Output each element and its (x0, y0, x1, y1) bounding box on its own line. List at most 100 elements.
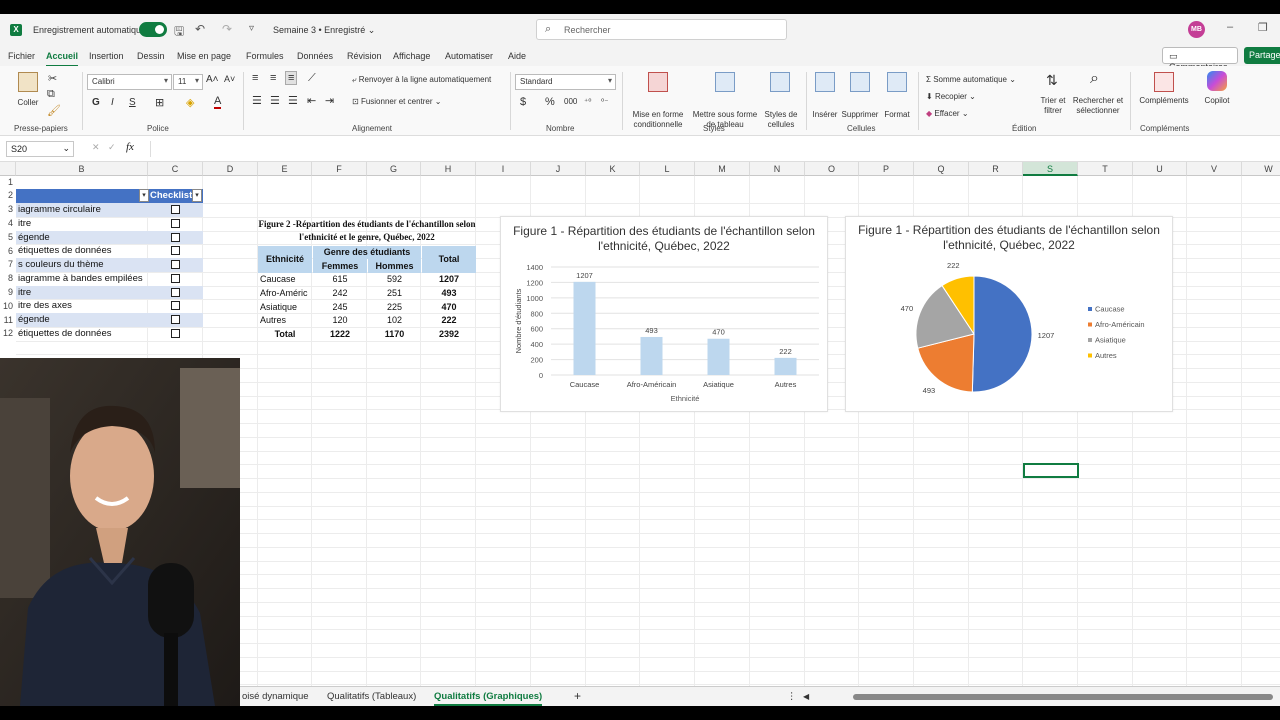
decrease-font-icon[interactable]: A˅ (224, 74, 235, 84)
bar[interactable] (573, 281, 596, 375)
font-color-icon[interactable]: A (214, 96, 222, 109)
increase-indent-icon[interactable]: ⇥ (325, 94, 334, 107)
bar[interactable] (640, 336, 663, 375)
bar-chart[interactable]: Figure 1 - Répartition des étudiants de … (500, 216, 828, 412)
cell-styles-button[interactable]: Styles de cellules (760, 110, 802, 130)
column-header-p[interactable]: P (859, 162, 914, 176)
addins-button[interactable]: Compléments (1134, 96, 1194, 106)
align-left-icon[interactable]: ☰ (252, 94, 262, 107)
cancel-icon[interactable]: ✕ (92, 142, 100, 153)
menu-donnees[interactable]: Données (297, 51, 333, 61)
column-header-e[interactable]: E (258, 162, 312, 176)
menu-automatiser[interactable]: Automatiser (445, 51, 493, 61)
checkbox[interactable] (171, 273, 180, 283)
checkbox[interactable] (171, 301, 180, 311)
undo-icon[interactable]: ↶ (195, 22, 205, 36)
checkbox[interactable] (171, 287, 180, 297)
column-header-w[interactable]: W (1242, 162, 1280, 176)
delete-cells-button[interactable]: Supprimer (840, 110, 880, 120)
enter-icon[interactable]: ✓ (108, 142, 116, 153)
row-header-5[interactable]: 5 (0, 232, 16, 242)
row-header-9[interactable]: 9 (0, 287, 16, 297)
cut-icon[interactable]: ✂ (48, 72, 57, 85)
column-header-k[interactable]: K (586, 162, 640, 176)
menu-dessin[interactable]: Dessin (137, 51, 165, 61)
checkbox[interactable] (171, 232, 180, 242)
insert-cells-icon[interactable] (815, 72, 835, 92)
redo-icon[interactable]: ↷ (222, 22, 232, 36)
column-header-v[interactable]: V (1187, 162, 1242, 176)
menu-insertion[interactable]: Insertion (89, 51, 124, 61)
align-center-icon[interactable]: ☰ (270, 94, 280, 107)
underline-icon[interactable]: S (129, 97, 136, 108)
selected-cell[interactable] (1023, 463, 1079, 478)
column-header-h[interactable]: H (421, 162, 476, 176)
format-painter-icon[interactable]: 🖌 (47, 104, 61, 117)
column-header-s[interactable]: S (1023, 162, 1078, 176)
filter-dropdown-icon[interactable]: ▾ (139, 189, 149, 202)
increase-decimal-icon[interactable]: ⁺⁰ (584, 97, 591, 106)
select-all-corner[interactable] (0, 162, 16, 176)
scroll-left-icon[interactable]: ◀ (803, 692, 809, 701)
delete-cells-icon[interactable] (850, 72, 870, 92)
format-table-button[interactable]: Mettre sous forme de tableau (691, 110, 759, 130)
column-header-g[interactable]: G (367, 162, 421, 176)
column-header-t[interactable]: T (1078, 162, 1133, 176)
column-header-i[interactable]: I (476, 162, 531, 176)
conditional-format-icon[interactable] (648, 72, 668, 92)
checkbox[interactable] (171, 315, 180, 324)
formula-input[interactable] (150, 141, 1275, 157)
menu-mise-en-page[interactable]: Mise en page (177, 51, 231, 61)
copy-icon[interactable]: ⧉ (47, 88, 55, 101)
clear-button[interactable]: ◆ Effacer ⌄ (926, 109, 969, 119)
column-header-j[interactable]: J (531, 162, 586, 176)
checkbox[interactable] (171, 218, 180, 228)
comments-button[interactable]: ▭ Commentaires (1162, 47, 1238, 72)
bar[interactable] (707, 338, 730, 375)
copilot-icon[interactable] (1207, 71, 1227, 91)
column-header-o[interactable]: O (805, 162, 859, 176)
restore-icon[interactable]: ❐ (1258, 21, 1268, 34)
decrease-indent-icon[interactable]: ⇤ (307, 94, 316, 107)
cell-styles-icon[interactable] (770, 72, 790, 92)
merge-center-button[interactable]: ⊡ Fusionner et centrer ⌄ (352, 97, 441, 107)
pie-chart[interactable]: Figure 1 - Répartition des étudiants de … (845, 216, 1173, 412)
filter-dropdown-icon[interactable]: ▾ (192, 189, 202, 202)
increase-font-icon[interactable]: A˄ (206, 74, 219, 85)
column-header-u[interactable]: U (1133, 162, 1187, 176)
orientation-icon[interactable]: ⟋ (308, 72, 316, 85)
menu-affichage[interactable]: Affichage (393, 51, 430, 61)
name-box[interactable]: S20 ⌄ (6, 141, 74, 157)
bold-icon[interactable]: G (92, 97, 100, 108)
fill-color-icon[interactable]: ◈ (186, 96, 194, 109)
minimize-icon[interactable]: – (1227, 21, 1233, 33)
horizontal-scrollbar[interactable] (853, 694, 1273, 700)
row-header-7[interactable]: 7 (0, 259, 16, 269)
sort-filter-button[interactable]: Trier et filtrer (1038, 96, 1068, 116)
document-title[interactable]: Semaine 3 • Enregistré ⌄ (273, 25, 375, 36)
checkbox[interactable] (171, 246, 180, 256)
row-header-2[interactable]: 2 (0, 190, 16, 200)
thousands-icon[interactable]: 000 (564, 97, 577, 106)
column-header-b[interactable]: B (16, 162, 148, 176)
bar[interactable] (774, 357, 797, 375)
italic-icon[interactable]: I (111, 97, 114, 108)
format-cells-icon[interactable] (887, 72, 907, 92)
fill-button[interactable]: ⬇ Recopier ⌄ (926, 92, 976, 102)
row-header-3[interactable]: 3 (0, 204, 16, 214)
checkbox[interactable] (171, 260, 180, 269)
tab-sheet-1[interactable]: oisé dynamique (242, 691, 309, 702)
insert-cells-button[interactable]: Insérer (808, 110, 842, 120)
row-header-6[interactable]: 6 (0, 246, 16, 256)
align-top-icon[interactable]: ≡ (252, 72, 258, 84)
tab-sheet-3[interactable]: Qualitatifs (Graphiques) (434, 691, 543, 706)
column-header-l[interactable]: L (640, 162, 695, 176)
paste-button[interactable]: Coller (10, 98, 46, 108)
row-header-11[interactable]: 11 (0, 315, 16, 325)
borders-icon[interactable]: ⊞ (155, 96, 164, 109)
column-header-c[interactable]: C (148, 162, 203, 176)
paste-icon[interactable] (18, 72, 38, 92)
align-middle-icon[interactable]: ≡ (270, 72, 276, 84)
menu-revision[interactable]: Révision (347, 51, 382, 61)
column-header-r[interactable]: R (969, 162, 1023, 176)
